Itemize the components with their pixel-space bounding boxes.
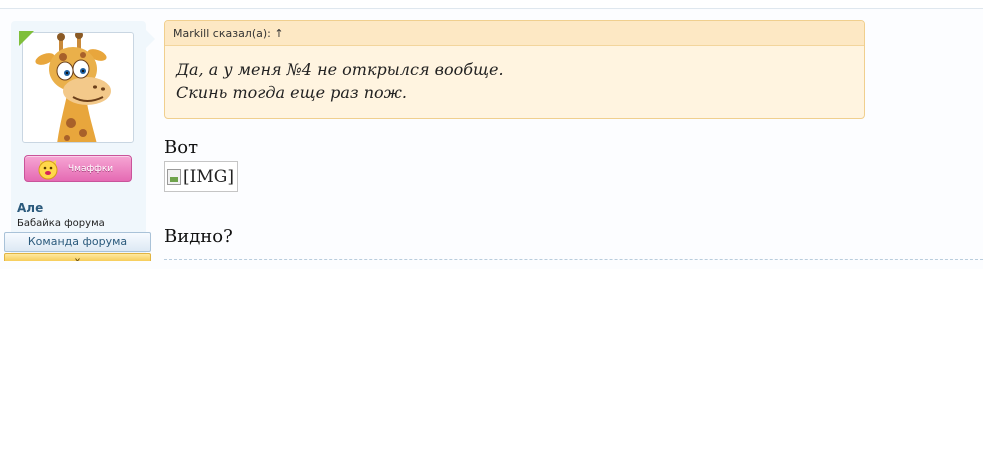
user-info-arrow [146,30,155,48]
message-text: Вот [164,137,199,158]
user-title: Бабайка форума [17,218,105,229]
message-text: Видно? [164,226,233,247]
quote-body: Да, а у меня №4 не открылся вообще. Скин… [165,46,864,104]
username-link[interactable]: Але [17,201,43,215]
quote-line: Скинь тогда еще раз пож. [176,83,407,102]
post-divider [164,259,983,260]
broken-image-icon [167,168,181,185]
secondary-banner: х [4,253,151,261]
giraffe-avatar-icon [35,33,111,142]
award-label: Чмаффки [68,163,114,174]
smiley-face-icon [36,156,60,180]
avatar[interactable] [22,32,134,143]
quote-line: Да, а у меня №4 не открылся вообще. [176,60,504,79]
image-alt-text: [IMG] [183,166,234,187]
quote-block: Markill сказал(а): ↑ Да, а у меня №4 не … [164,20,865,119]
online-indicator-icon [19,31,34,46]
award-badge[interactable]: Чмаффки [24,155,132,182]
broken-image[interactable]: [IMG] [164,161,238,192]
quote-attribution-link[interactable]: Markill сказал(а): ↑ [165,21,864,46]
staff-banner: Команда форума [4,232,151,252]
